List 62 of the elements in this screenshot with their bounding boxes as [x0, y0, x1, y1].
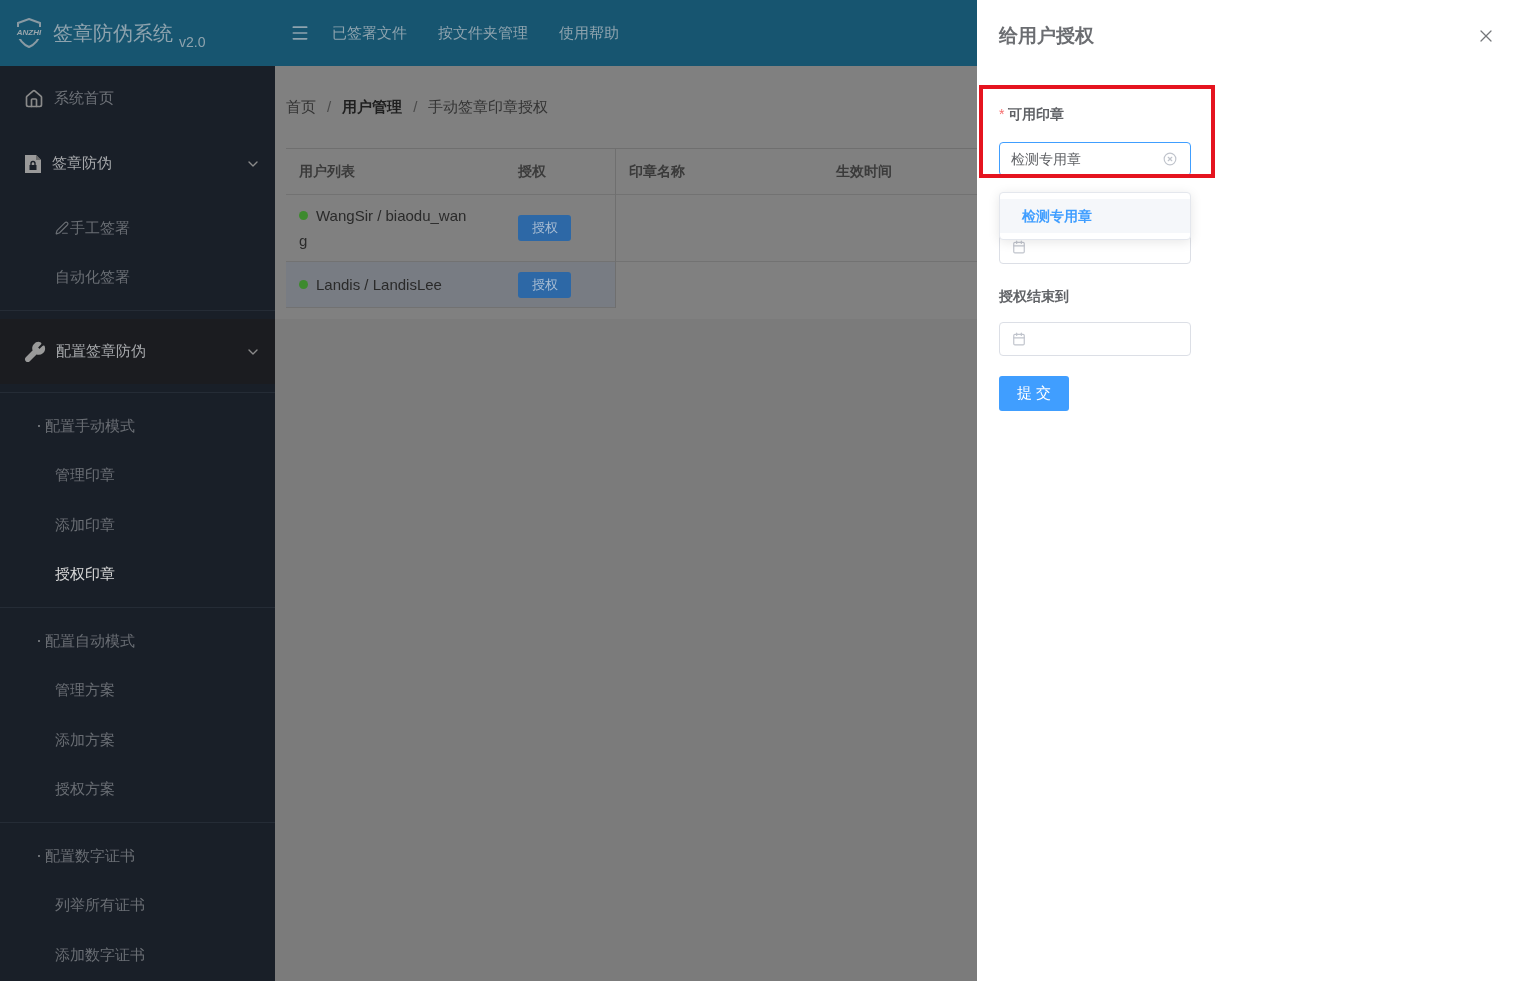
pen-icon	[55, 220, 69, 235]
stamp-select[interactable]: 检测专用章	[999, 142, 1191, 176]
field-label: 授权结束到	[999, 287, 1070, 306]
menu-item[interactable]: 自动化签署	[0, 252, 275, 302]
submit-button[interactable]: 提 交	[999, 376, 1069, 411]
submenu-header[interactable]: 签章防伪	[0, 131, 275, 196]
menu-item-label: 授权方案	[55, 779, 115, 799]
nav-link[interactable]: 已签署文件	[332, 21, 407, 45]
column-header: 授权	[518, 162, 546, 181]
column-header: 用户列表	[298, 162, 356, 181]
calendar-icon	[1012, 332, 1026, 346]
app-title: 签章防伪系统	[53, 21, 173, 46]
menu-item[interactable]: 添加方案	[0, 715, 275, 765]
required-mark: *	[999, 105, 1005, 124]
wrench-icon	[24, 340, 46, 363]
table-row[interactable]: Landis / LandisLee 授权	[286, 262, 615, 308]
breadcrumb-item: 手动签章印章授权	[428, 97, 549, 118]
menu-item-label: 授权印章	[55, 564, 115, 584]
nav-link[interactable]: 按文件夹管理	[438, 21, 528, 45]
clear-icon[interactable]	[1163, 152, 1177, 166]
column-header: 生效时间	[836, 162, 892, 181]
menu-item[interactable]: 添加数字证书	[0, 930, 275, 980]
user-name: Landis / LandisLee	[315, 275, 443, 295]
menu-item-label: 列举所有证书	[55, 895, 145, 915]
calendar-icon	[1012, 240, 1026, 254]
dropdown-option[interactable]: 检测专用章	[1000, 199, 1190, 233]
menu-item[interactable]: 列举所有证书	[0, 880, 275, 930]
date-field[interactable]	[999, 322, 1191, 356]
menu-item-label: 添加印章	[55, 514, 115, 535]
menu-item[interactable]: 系统首页	[0, 66, 275, 131]
version-label: v2.0	[179, 32, 206, 52]
logo-text: ANZHI	[15, 27, 43, 39]
menu-item-label: 手工签署	[70, 217, 130, 238]
breadcrumb-separator: /	[413, 97, 418, 118]
drawer-title: 给用户授权	[999, 23, 1094, 48]
column-header: 印章名称	[628, 162, 686, 181]
nav-link[interactable]: 使用帮助	[559, 21, 619, 45]
menu-group-title: 配置数字证书	[45, 845, 135, 866]
menu-item[interactable]: 添加印章	[0, 500, 275, 550]
home-icon	[24, 88, 44, 109]
menu-item-label: 管理方案	[55, 680, 115, 700]
breadcrumb-item[interactable]: 用户管理	[342, 96, 403, 119]
menu-icon[interactable]	[290, 23, 310, 43]
user-name: WangSir / biaodu_wan g	[299, 206, 468, 251]
menu-item[interactable]: 管理方案	[0, 665, 275, 715]
menu-item-label: 添加方案	[55, 729, 115, 750]
authorize-button[interactable]: 授权	[518, 215, 571, 241]
menu-item-label: 添加数字证书	[55, 944, 145, 965]
menu-group-title: 配置自动模式	[45, 630, 135, 651]
menu-item-label: 管理印章	[55, 465, 115, 485]
menu-item[interactable]: 管理印章	[0, 450, 275, 500]
menu-group-title: 配置手动模式	[45, 415, 135, 436]
breadcrumb-separator: /	[327, 97, 332, 118]
menu-item[interactable]: 手工签署	[0, 203, 275, 253]
authorize-button[interactable]: 授权	[518, 271, 571, 298]
file-lock-icon	[24, 153, 42, 174]
submenu-header[interactable]: 配置签章防伪	[0, 319, 275, 384]
menu-item-label: 自动化签署	[55, 267, 130, 287]
menu-item[interactable]: 授权印章	[0, 549, 275, 599]
menu-item[interactable]: 授权方案	[0, 764, 275, 814]
breadcrumb-item: 首页	[286, 97, 316, 118]
field-label: 可用印章	[1008, 105, 1065, 124]
